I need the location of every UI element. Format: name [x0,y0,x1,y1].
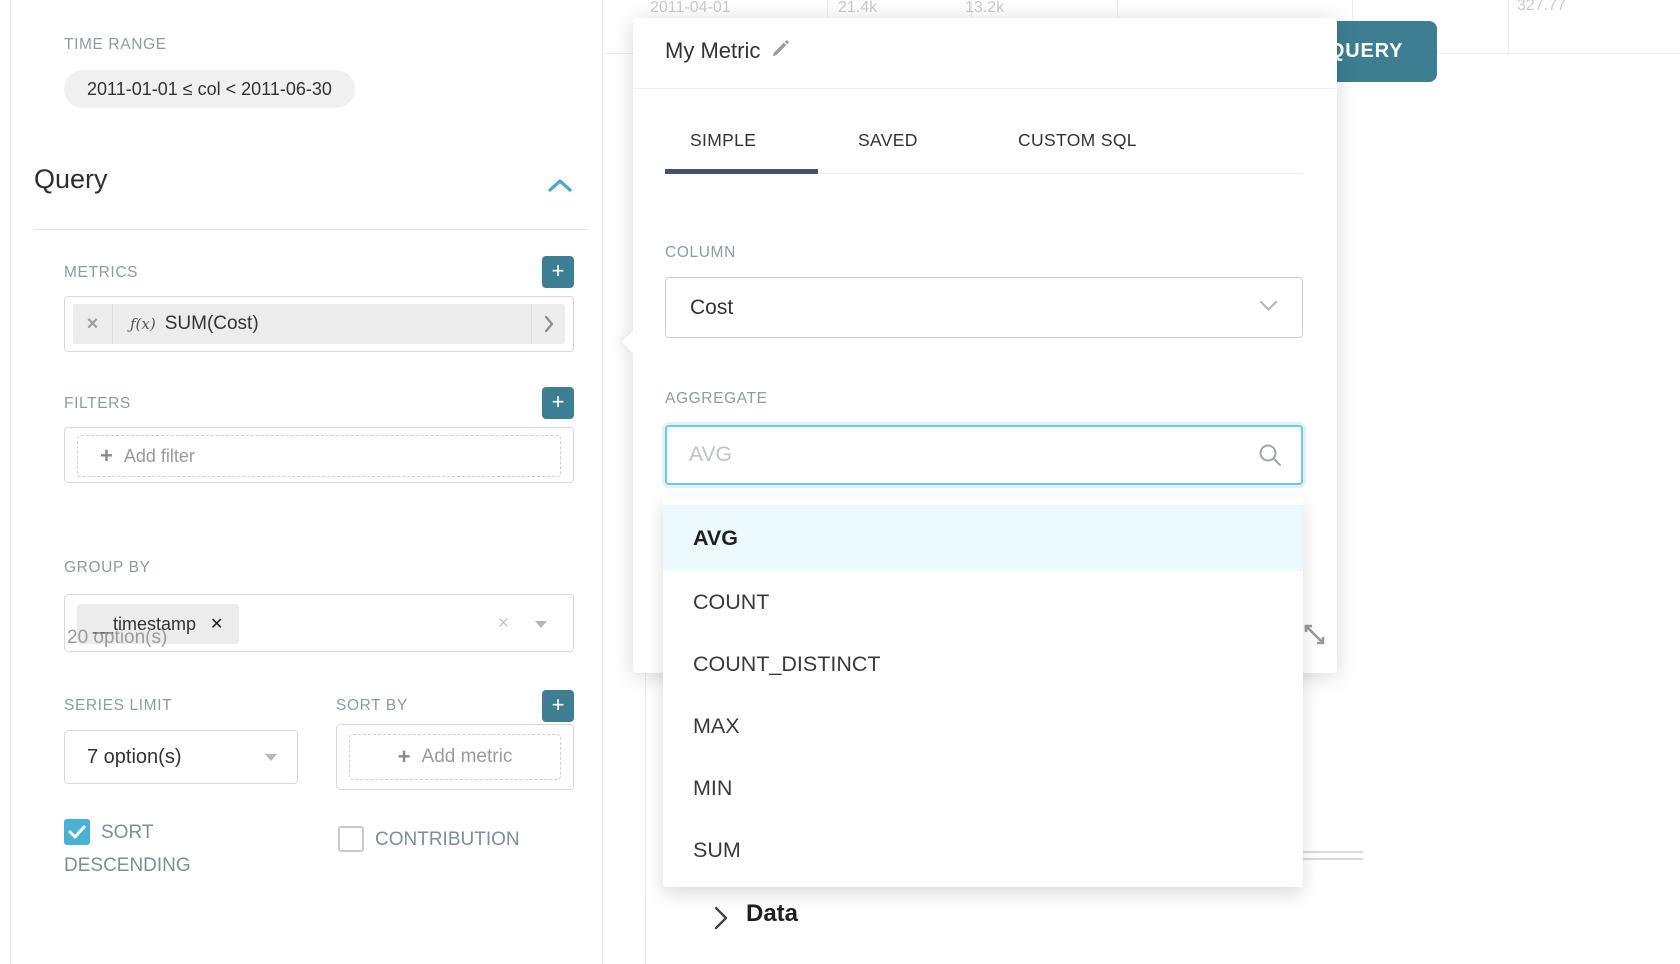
table-cell-timestamp-line1: 2011-04-01 [650,0,731,18]
table-cell-value: 21.4k [838,0,877,18]
contribution-checkbox-row[interactable]: CONTRIBUTION [338,823,578,856]
series-limit-select[interactable]: 7 option(s) [64,730,298,784]
explore-view: 2011-04-01 00:00:00 21.4k 13.2k 327.77 R… [0,0,1680,964]
table-cell-value: 13.2k [965,0,1004,18]
series-limit-label: SERIES LIMIT [64,697,172,715]
aggregate-label: AGGREGATE [665,390,768,408]
table-cell-value: 327.77 [1517,0,1566,16]
chevron-right-icon[interactable] [712,905,730,936]
aggregate-option-min[interactable]: MIN [663,757,1303,819]
table-gridline [1508,0,1509,53]
resize-handle-icon[interactable] [1301,621,1328,653]
metrics-field: × ƒ(x) SUM(Cost) [64,296,574,352]
data-panel-header[interactable]: Data [746,900,798,928]
remove-tag-icon[interactable]: ✕ [210,614,223,634]
chevron-down-icon [1259,299,1278,317]
popover-arrow [622,331,645,354]
plus-icon: + [100,443,113,469]
aggregate-option-count[interactable]: COUNT [663,571,1303,633]
add-sort-metric-button[interactable]: + Add metric [349,734,561,780]
chevron-right-icon[interactable] [531,304,565,344]
popover-title: My Metric [665,38,790,64]
add-sort-metric-plus-button[interactable]: + [542,690,574,722]
aggregate-option-count-distinct[interactable]: COUNT_DISTINCT [663,633,1303,695]
checkbox-checked-icon[interactable] [64,819,90,845]
chevron-up-icon[interactable] [547,178,573,198]
sort-descending-checkbox-row[interactable]: SORT DESCENDING [64,816,216,882]
column-select[interactable]: Cost [665,277,1303,338]
query-section-title: Query [34,164,108,195]
time-range-pill[interactable]: 2011-01-01 ≤ col < 2011-06-30 [64,70,355,108]
add-metric-button[interactable]: + [542,256,574,288]
aggregate-option-max[interactable]: MAX [663,695,1303,757]
metrics-label: METRICS [64,264,138,282]
add-filter-button[interactable]: + Add filter [77,435,561,477]
search-icon [1257,442,1283,473]
metric-pill[interactable]: × ƒ(x) SUM(Cost) [73,304,565,344]
divider [34,229,588,230]
aggregate-option-sum[interactable]: SUM [663,819,1303,881]
aggregate-search-input[interactable] [665,425,1303,485]
metric-label[interactable]: ƒ(x) SUM(Cost) [113,313,531,335]
chevron-down-icon [265,754,277,761]
divider [633,88,1337,89]
sort-by-label: SORT BY [336,697,408,715]
group-by-options-hint: 20 option(s) [67,627,167,649]
function-icon: ƒ(x) [130,315,156,333]
clear-select-icon[interactable]: × [498,613,509,635]
edit-pencil-icon[interactable] [771,38,790,64]
time-range-label: TIME RANGE [64,36,167,54]
column-label: COLUMN [665,244,736,262]
group-by-label: GROUP BY [64,559,151,577]
checkbox-unchecked-icon[interactable] [338,826,364,852]
active-tab-indicator [665,169,818,174]
aggregate-input-wrap [665,425,1303,485]
tab-custom-sql[interactable]: CUSTOM SQL [1018,130,1137,151]
controls-panel: TIME RANGE 2011-01-01 ≤ col < 2011-06-30… [10,0,603,964]
sort-by-field: + Add metric [336,724,574,790]
chevron-down-icon[interactable] [535,621,547,628]
tab-saved[interactable]: SAVED [858,130,918,151]
filters-label: FILTERS [64,395,131,413]
plus-icon: + [398,744,411,770]
add-filter-plus-button[interactable]: + [542,387,574,419]
tab-simple[interactable]: SIMPLE [690,130,756,151]
aggregate-dropdown: AVG COUNT COUNT_DISTINCT MAX MIN SUM [663,497,1303,887]
remove-metric-icon[interactable]: × [73,304,113,344]
aggregate-option-avg[interactable]: AVG [663,505,1303,571]
filters-field: + Add filter [64,427,574,483]
